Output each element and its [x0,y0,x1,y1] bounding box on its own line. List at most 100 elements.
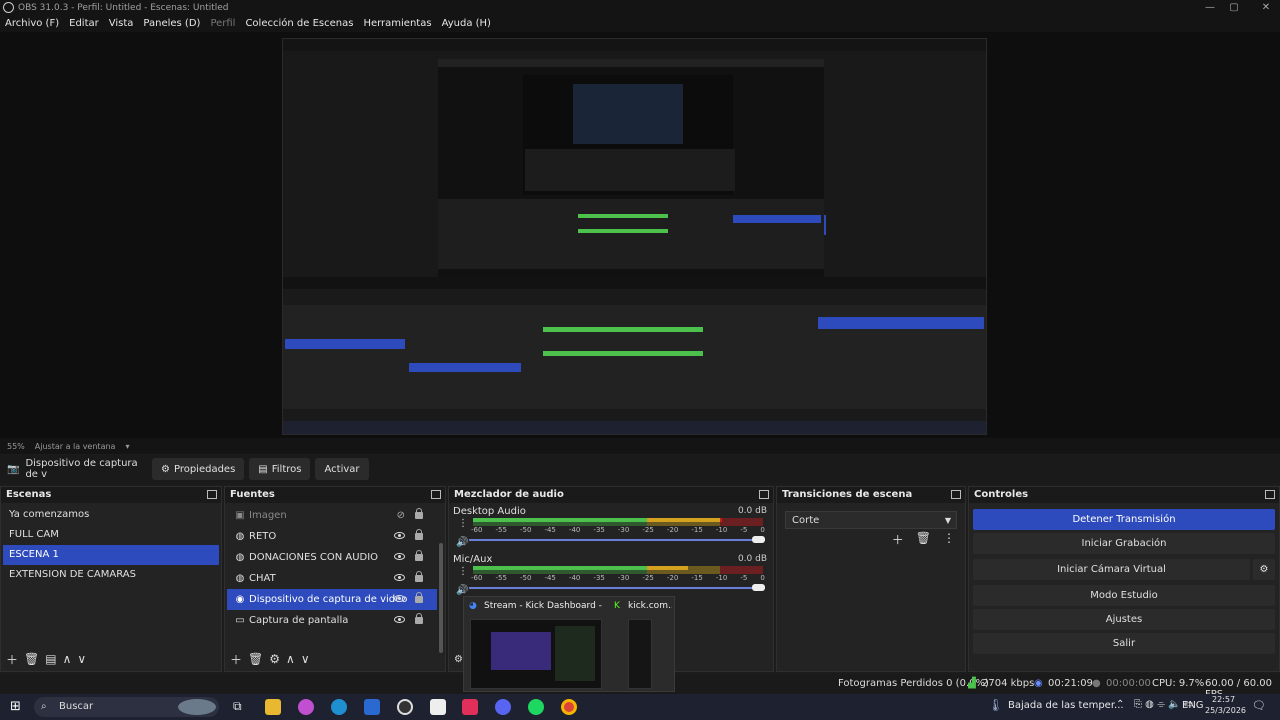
scene-item-selected[interactable]: ESCENA 1 [3,545,219,565]
speaker-icon[interactable]: 🔊 [456,585,468,596]
menu-perfil[interactable]: Perfil [210,18,235,29]
lock-icon[interactable] [415,508,423,519]
clock-date[interactable]: 25/3/2026 [1205,706,1246,715]
eye-icon[interactable] [394,616,405,623]
studio-mode-button[interactable]: Modo Estudio [973,585,1275,606]
start-recording-button[interactable]: Iniciar Grabación [973,533,1275,554]
edge-icon[interactable] [331,699,347,715]
lock-icon[interactable] [415,529,423,540]
eye-icon[interactable] [394,553,405,560]
undock-icon[interactable] [1265,490,1275,499]
eye-icon[interactable] [394,574,405,581]
exit-button[interactable]: Salir [973,633,1275,654]
trash-icon[interactable]: 🗑 [24,652,39,666]
discord-icon[interactable] [495,699,511,715]
popup-tab1-title[interactable]: Stream - Kick Dashboard - Goo... [484,601,604,611]
notification-icon[interactable]: 🗨 [1252,699,1266,712]
widget-animal-icon[interactable] [178,699,216,715]
tiktok-icon[interactable] [462,699,478,715]
source-item[interactable]: ▣ Imagen ⊘ [227,505,437,526]
task-view-icon[interactable]: ⧉ [233,699,242,714]
move-up-icon[interactable]: ∧ [286,652,295,666]
popup-thumbnail[interactable] [628,619,652,689]
scrollbar[interactable] [439,543,443,653]
lock-icon[interactable] [415,571,423,582]
record-icon: ● [1092,678,1101,689]
minimize-button[interactable]: — [1198,0,1222,15]
store-icon[interactable] [430,699,446,715]
transition-select[interactable]: Corte ▼ [785,511,957,529]
meter-tick-label: -45 [544,526,556,534]
chevron-down-icon[interactable]: ▾ [125,442,129,451]
menu-coleccion[interactable]: Colección de Escenas [245,18,353,29]
undock-icon[interactable] [207,490,217,499]
gear-icon[interactable]: ⚙ [454,654,463,665]
popup-tab2-title[interactable]: kick.com... [628,601,672,611]
windows-start-icon[interactable]: ⊞ [10,699,21,714]
volume-slider[interactable] [469,535,765,545]
scene-item[interactable]: FULL CAM [3,525,219,545]
lock-icon[interactable] [415,613,423,624]
trash-icon[interactable]: 🗑 [248,652,263,666]
weather-text[interactable]: Bajada de las temper... [1008,700,1124,711]
trash-icon[interactable]: 🗑 [916,531,931,548]
move-down-icon[interactable]: ∨ [301,652,310,666]
clock-time[interactable]: 22:57 [1212,695,1235,704]
scene-item[interactable]: EXTENSION DE CAMARAS [3,565,219,585]
menu-vista[interactable]: Vista [109,18,134,29]
lock-icon[interactable] [415,550,423,561]
speaker-icon[interactable]: 🔊 [456,537,468,548]
menu-editar[interactable]: Editar [69,18,99,29]
menu-paneles[interactable]: Paneles (D) [143,18,200,29]
source-item[interactable]: ◍ RETO [227,526,437,547]
move-down-icon[interactable]: ∨ [77,652,86,666]
spotify-icon[interactable] [528,699,544,715]
source-item-selected[interactable]: ◉ Dispositivo de captura de video [227,589,437,610]
undock-icon[interactable] [431,490,441,499]
chevron-up-icon[interactable]: ⌃ [1116,699,1124,710]
kebab-menu-icon[interactable]: ⋮ [458,566,468,577]
close-button[interactable]: ✕ [1254,0,1278,15]
menu-ayuda[interactable]: Ayuda (H) [442,18,491,29]
obs-icon[interactable] [397,699,413,715]
filters-button[interactable]: ▤ Filtros [249,458,311,480]
scene-item[interactable]: Ya comenzamos [3,505,219,525]
add-icon[interactable]: ＋ [892,531,904,548]
source-item[interactable]: ◍ DONACIONES CON AUDIO [227,547,437,568]
chrome-icon[interactable] [561,699,577,715]
kebab-menu-icon[interactable]: ⋮ [458,518,468,529]
add-icon[interactable]: ＋ [6,651,18,668]
eye-hidden-icon[interactable]: ⊘ [397,505,405,526]
maximize-button[interactable]: ▢ [1222,0,1246,15]
program-preview[interactable] [282,38,987,435]
add-icon[interactable]: ＋ [230,651,242,668]
undock-icon[interactable] [951,490,961,499]
gear-icon[interactable]: ⚙ [269,652,280,666]
kebab-menu-icon[interactable]: ⋮ [943,531,955,548]
menu-archivo[interactable]: Archivo (F) [5,18,59,29]
copilot-icon[interactable] [298,699,314,715]
popup-thumbnail[interactable] [470,619,602,689]
file-explorer-icon[interactable] [265,699,281,715]
eye-icon[interactable] [394,532,405,539]
menu-herramientas[interactable]: Herramientas [363,18,431,29]
settings-button[interactable]: Ajustes [973,609,1275,630]
stop-stream-button[interactable]: Detener Transmisión [973,509,1275,530]
taskbar-thumbnail-popup[interactable]: ◕ Stream - Kick Dashboard - Goo... K kic… [463,596,675,692]
filter-icon[interactable]: ▤ [45,652,56,666]
move-up-icon[interactable]: ∧ [63,652,72,666]
source-item[interactable]: ◍ CHAT [227,568,437,589]
language[interactable]: ENG [1182,700,1204,711]
undock-icon[interactable] [759,490,769,499]
volume-slider[interactable] [469,583,765,593]
fit-mode[interactable]: Ajustar a la ventana [35,442,116,451]
meter-tick-label: -5 [740,574,748,582]
lock-icon[interactable] [415,592,423,603]
properties-button[interactable]: ⚙ Propiedades [152,458,245,480]
start-virtual-camera-button[interactable]: Iniciar Cámara Virtual [973,559,1250,580]
eye-icon[interactable] [394,595,405,602]
outlook-icon[interactable] [364,699,380,715]
gear-icon[interactable]: ⚙ [1253,559,1275,580]
activate-button[interactable]: Activar [315,458,369,480]
source-item[interactable]: ▭ Captura de pantalla [227,610,437,631]
